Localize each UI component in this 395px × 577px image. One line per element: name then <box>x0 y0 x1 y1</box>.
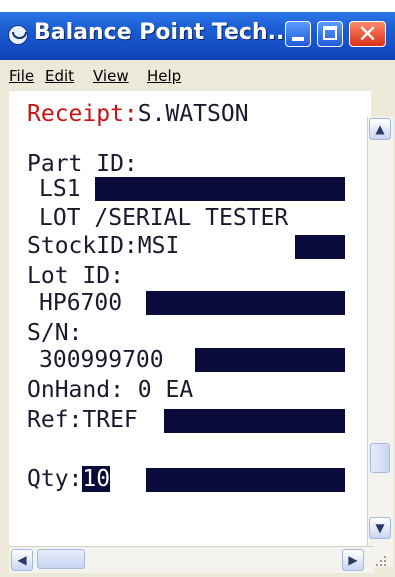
vertical-scroll-thumb[interactable] <box>370 443 390 473</box>
scroll-up-button[interactable]: ▲ <box>369 118 391 140</box>
close-button[interactable]: ✕ <box>349 20 386 48</box>
chevron-left-icon: ◀ <box>17 553 27 567</box>
onhand-line: OnHand: 0 EA <box>27 376 193 404</box>
horizontal-scroll-thumb[interactable] <box>37 549 85 569</box>
title-bar[interactable]: Balance Point Tech... ✕ <box>0 0 395 61</box>
menu-edit-label: Edit <box>45 67 75 85</box>
onhand-value: 0 EA <box>137 377 194 403</box>
lot-id-value: HP6700 <box>39 290 123 316</box>
chevron-right-icon: ▶ <box>348 553 358 567</box>
maximize-icon <box>323 26 337 40</box>
chevron-up-icon: ▲ <box>375 122 385 136</box>
minimize-button[interactable] <box>285 21 311 47</box>
scroll-left-button[interactable]: ◀ <box>11 549 33 571</box>
ref-label: Ref: <box>27 407 83 433</box>
menu-file-label: File <box>9 67 35 85</box>
maximize-button[interactable] <box>317 21 343 47</box>
qty-input[interactable]: 10 <box>82 466 111 492</box>
part-id-value: LS1 <box>39 176 81 202</box>
ref-redaction <box>164 409 345 433</box>
stockid-line: StockID:MSI <box>27 232 179 260</box>
stockid-label: StockID: <box>27 233 138 259</box>
receipt-label: Receipt: <box>27 101 138 127</box>
chevron-down-icon: ▼ <box>375 521 385 535</box>
qty-line: Qty:10 <box>27 465 111 493</box>
ref-line: Ref:TREF <box>27 406 138 434</box>
close-icon: ✕ <box>357 20 378 48</box>
minimize-icon <box>292 37 304 41</box>
ref-value: TREF <box>82 407 138 433</box>
menu-view[interactable]: View <box>93 67 129 85</box>
qty-field-redaction <box>146 468 345 492</box>
menu-file[interactable]: File <box>9 67 34 85</box>
receipt-line: Receipt:S.WATSON <box>27 100 249 128</box>
part-id-label: Part ID: <box>27 151 138 177</box>
terminal-screen: Receipt:S.WATSON Part ID: LS1 LOT /SERIA… <box>9 91 371 572</box>
stockid-redaction <box>295 235 345 259</box>
scroll-right-button[interactable]: ▶ <box>342 549 364 571</box>
menu-edit[interactable]: Edit <box>45 67 74 85</box>
title-bar-top-strip <box>0 0 395 12</box>
part-description: LOT /SERIAL TESTER <box>39 205 289 231</box>
vertical-scrollbar[interactable]: ▲ ▼ <box>367 117 393 567</box>
lot-id-redaction <box>146 291 345 315</box>
lot-id-label: Lot ID: <box>27 263 124 289</box>
app-logo-icon[interactable] <box>8 25 28 45</box>
menu-help[interactable]: Help <box>147 67 181 85</box>
sn-label: S/N: <box>27 320 83 346</box>
qty-label: Qty: <box>27 466 83 492</box>
stockid-value: MSI <box>137 233 180 259</box>
scroll-down-button[interactable]: ▼ <box>369 517 391 539</box>
menu-bar: File Edit View Help <box>0 60 395 90</box>
sn-value: 300999700 <box>39 347 164 373</box>
menu-view-label: View <box>93 67 129 85</box>
onhand-label: OnHand: <box>27 377 124 403</box>
sn-redaction <box>195 348 345 372</box>
window-title: Balance Point Tech... <box>34 20 293 45</box>
menu-help-label: Help <box>147 67 182 85</box>
horizontal-scrollbar[interactable]: ◀ ▶ <box>9 546 374 573</box>
app-window: Balance Point Tech... ✕ File Edit View H… <box>0 0 395 577</box>
resize-grip-icon[interactable] <box>372 552 388 568</box>
part-id-redaction <box>95 177 345 201</box>
receipt-value: S.WATSON <box>137 101 249 127</box>
